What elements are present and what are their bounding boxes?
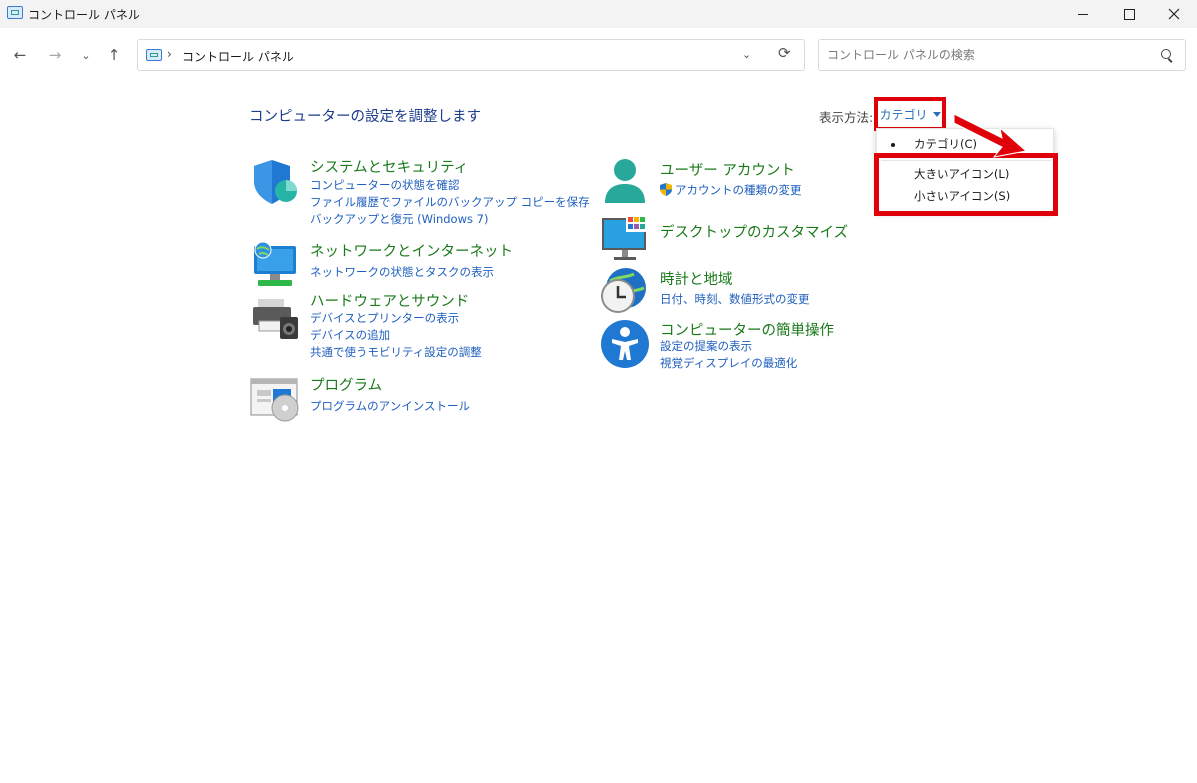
category-ease-of-access: コンピューターの簡単操作 設定の提案の表示 視覚ディスプレイの最適化 <box>600 319 860 371</box>
window-title: コントロール パネル <box>28 8 140 22</box>
category-user-accounts: ユーザー アカウント アカウントの種類の変更 <box>600 157 860 207</box>
breadcrumb-separator-icon[interactable]: › <box>167 47 172 61</box>
uac-shield-icon <box>660 183 672 196</box>
close-button[interactable] <box>1151 0 1197 28</box>
category-title[interactable]: 時計と地域 <box>660 268 733 289</box>
link-backup-restore[interactable]: バックアップと復元 (Windows 7) <box>310 211 488 227</box>
up-arrow-icon: ↑ <box>107 46 121 64</box>
category-title[interactable]: ネットワークとインターネット <box>310 240 513 261</box>
address-bar[interactable]: › コントロール パネル ⌄ ⟳ <box>137 39 805 71</box>
link-add-device[interactable]: デバイスの追加 <box>310 327 390 343</box>
up-button[interactable]: ↑ <box>103 44 125 66</box>
clock-globe-icon <box>601 268 646 313</box>
category-network-internet: ネットワークとインターネット ネットワークの状態とタスクの表示 <box>250 240 570 288</box>
minimize-button[interactable] <box>1060 0 1106 28</box>
address-history-chevron-icon[interactable]: ⌄ <box>742 48 751 61</box>
link-check-status[interactable]: コンピューターの状態を確認 <box>310 177 460 193</box>
view-by-label: 表示方法: <box>819 110 874 125</box>
network-globe-icon <box>254 241 296 286</box>
link-mobility-settings[interactable]: 共通で使うモビリティ設定の調整 <box>310 344 482 360</box>
category-title[interactable]: プログラム <box>310 374 382 395</box>
control-panel-icon <box>146 49 162 61</box>
search-icon[interactable] <box>1161 49 1171 59</box>
accessibility-icon <box>601 320 649 368</box>
control-panel-icon <box>7 6 23 19</box>
link-settings-suggestions[interactable]: 設定の提案の表示 <box>660 338 752 354</box>
back-arrow-icon: ← <box>13 46 27 64</box>
close-icon <box>1168 8 1180 20</box>
link-devices-printers[interactable]: デバイスとプリンターの表示 <box>310 310 459 326</box>
link-date-time-format[interactable]: 日付、時刻、数値形式の変更 <box>660 291 810 307</box>
maximize-button[interactable] <box>1106 0 1152 28</box>
link-uninstall-program[interactable]: プログラムのアンインストール <box>310 398 470 414</box>
category-title[interactable]: デスクトップのカスタマイズ <box>660 221 848 242</box>
selected-bullet-icon <box>891 143 895 147</box>
desktop-monitor-icon <box>602 215 646 260</box>
link-change-account-type[interactable]: アカウントの種類の変更 <box>660 182 802 198</box>
category-title[interactable]: システムとセキュリティ <box>310 156 468 177</box>
minimize-icon <box>1078 13 1088 15</box>
search-box[interactable] <box>818 39 1186 71</box>
link-optimize-display[interactable]: 視覚ディスプレイの最適化 <box>660 355 797 371</box>
maximize-icon <box>1123 8 1135 20</box>
user-icon <box>605 159 645 203</box>
recent-locations-button[interactable]: ⌄ <box>75 44 97 66</box>
category-hardware-sound: ハードウェアとサウンド デバイスとプリンターの表示 デバイスの追加 共通で使うモ… <box>250 291 570 359</box>
category-title[interactable]: ハードウェアとサウンド <box>310 290 469 311</box>
view-by-value: カテゴリ <box>879 107 928 122</box>
category-title[interactable]: コンピューターの簡単操作 <box>660 319 834 340</box>
category-system-security: システムとセキュリティ コンピューターの状態を確認 ファイル履歴でファイルのバッ… <box>250 156 590 227</box>
refresh-icon[interactable]: ⟳ <box>778 44 791 62</box>
page-title: コンピューターの設定を調整します <box>249 109 481 125</box>
back-button[interactable]: ← <box>9 44 31 66</box>
view-by-dropdown[interactable]: カテゴリ <box>874 97 946 131</box>
annotation-arrow-icon <box>953 113 1028 158</box>
shield-icon <box>254 160 297 204</box>
category-title[interactable]: ユーザー アカウント <box>660 159 795 180</box>
category-desktop-customization: デスクトップのカスタマイズ <box>600 214 860 260</box>
title-bar: コントロール パネル <box>0 0 1197 28</box>
forward-arrow-icon: → <box>48 46 62 64</box>
search-input[interactable] <box>827 46 1147 64</box>
navigation-bar: ← → ⌄ ↑ › コントロール パネル ⌄ ⟳ <box>0 28 1197 84</box>
link-label: アカウントの種類の変更 <box>675 183 802 197</box>
category-programs: プログラム プログラムのアンインストール <box>250 375 570 423</box>
chevron-down-icon: ⌄ <box>81 48 91 62</box>
link-file-history[interactable]: ファイル履歴でファイルのバックアップ コピーを保存 <box>310 194 590 210</box>
link-network-status[interactable]: ネットワークの状態とタスクの表示 <box>310 264 494 280</box>
category-clock-region: 時計と地域 日付、時刻、数値形式の変更 <box>600 266 860 316</box>
programs-disc-icon <box>250 378 299 422</box>
printer-speaker-icon <box>253 299 298 339</box>
forward-button[interactable]: → <box>44 44 66 66</box>
breadcrumb-control-panel[interactable]: コントロール パネル <box>182 48 294 65</box>
